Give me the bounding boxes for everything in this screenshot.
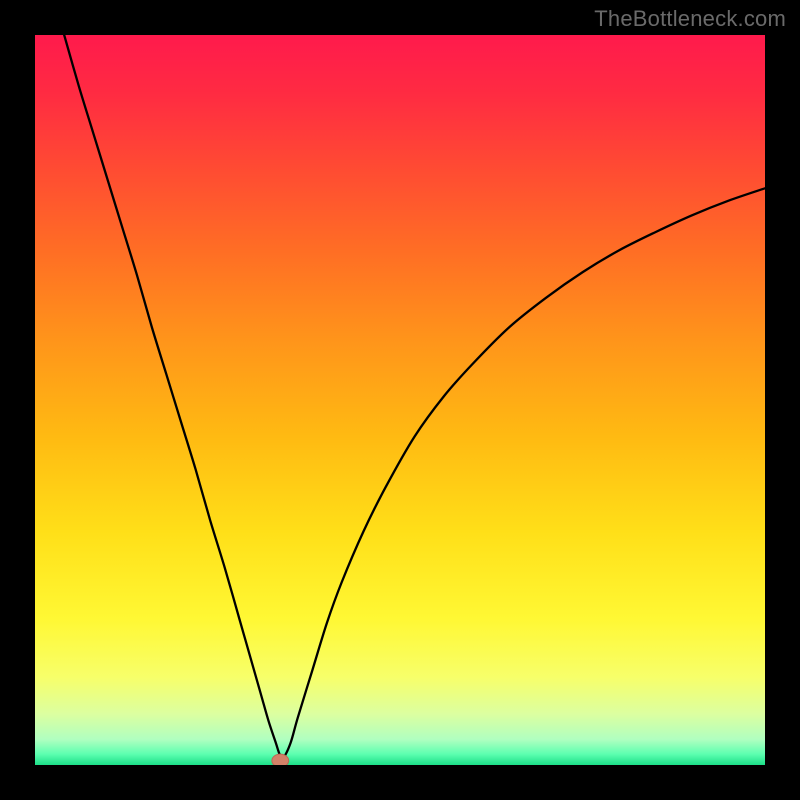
watermark-text: TheBottleneck.com [594,6,786,32]
chart-background-gradient [35,35,765,765]
chart-plot-area [35,35,765,765]
chart-minimum-marker [272,754,289,765]
chart-svg [35,35,765,765]
